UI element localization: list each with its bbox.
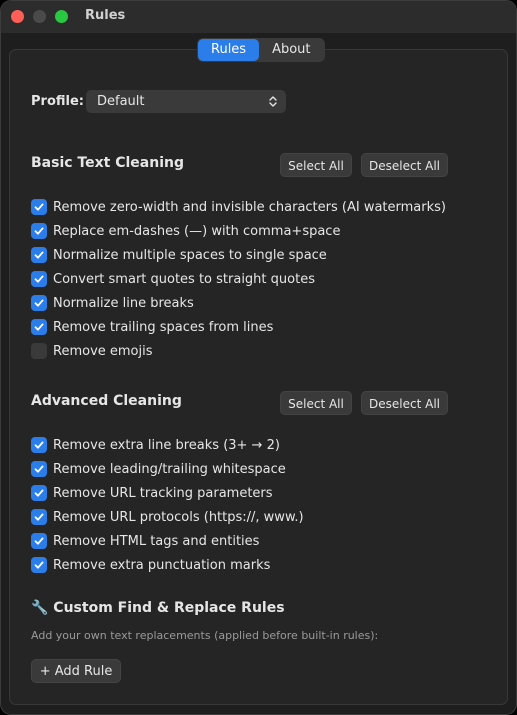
checkbox-checked[interactable] (31, 509, 47, 525)
custom-rules-hint: Add your own text replacements (applied … (31, 629, 379, 642)
checkbox-checked[interactable] (31, 557, 47, 573)
checkbox-checked[interactable] (31, 295, 47, 311)
basic-option-row[interactable]: Remove trailing spaces from lines (31, 318, 273, 336)
tab-rules[interactable]: Rules (198, 39, 260, 61)
add-rule-button[interactable]: + Add Rule (31, 659, 121, 683)
basic-option-row[interactable]: Normalize line breaks (31, 294, 194, 312)
basic-option-row[interactable]: Replace em-dashes (—) with comma+space (31, 222, 340, 240)
advanced-option-label: Remove extra punctuation marks (53, 557, 271, 573)
checkmark-icon (34, 299, 44, 307)
advanced-section-title: Advanced Cleaning (31, 393, 182, 409)
advanced-option-label: Remove URL tracking parameters (53, 485, 273, 501)
basic-select-all-button[interactable]: Select All (280, 153, 352, 177)
basic-option-label: Normalize line breaks (53, 295, 194, 311)
checkbox-checked[interactable] (31, 319, 47, 335)
checkmark-icon (34, 323, 44, 331)
checkmark-icon (34, 203, 44, 211)
checkbox-checked[interactable] (31, 247, 47, 263)
advanced-option-label: Remove HTML tags and entities (53, 533, 260, 549)
basic-option-label: Remove trailing spaces from lines (53, 319, 274, 335)
checkmark-icon (34, 465, 44, 473)
window-title: Rules (85, 8, 126, 23)
checkbox-checked[interactable] (31, 485, 47, 501)
profile-selected-value: Default (97, 94, 145, 109)
advanced-option-row[interactable]: Remove URL protocols (https://, www.) (31, 508, 304, 526)
advanced-option-label: Remove extra line breaks (3+ → 2) (53, 437, 280, 453)
checkmark-icon (34, 561, 44, 569)
advanced-option-row[interactable]: Remove extra punctuation marks (31, 556, 270, 574)
basic-option-row[interactable]: Remove zero-width and invisible characte… (31, 198, 446, 216)
checkbox-checked[interactable] (31, 461, 47, 477)
basic-option-label: Remove zero-width and invisible characte… (53, 199, 446, 215)
basic-section-title: Basic Text Cleaning (31, 155, 184, 171)
basic-option-label: Normalize multiple spaces to single spac… (53, 247, 327, 263)
checkbox-checked[interactable] (31, 223, 47, 239)
basic-option-label: Convert smart quotes to straight quotes (53, 271, 315, 287)
checkbox-checked[interactable] (31, 437, 47, 453)
basic-deselect-all-button[interactable]: Deselect All (361, 153, 448, 177)
advanced-deselect-all-button[interactable]: Deselect All (361, 391, 448, 415)
advanced-select-all-button[interactable]: Select All (280, 391, 352, 415)
advanced-option-row[interactable]: Remove extra line breaks (3+ → 2) (31, 436, 280, 454)
profile-label: Profile: (31, 94, 84, 109)
chevron-up-down-icon (269, 96, 277, 107)
checkbox-checked[interactable] (31, 199, 47, 215)
advanced-option-row[interactable]: Remove URL tracking parameters (31, 484, 273, 502)
basic-option-row[interactable]: Remove emojis (31, 342, 153, 360)
title-bar: Rules (1, 1, 516, 33)
app-window: Rules Rules About Profile: Default Basic… (0, 0, 517, 715)
checkmark-icon (34, 441, 44, 449)
checkbox-unchecked[interactable] (31, 343, 47, 359)
checkmark-icon (34, 489, 44, 497)
profile-select[interactable]: Default (86, 90, 286, 113)
tab-bar: Rules About (197, 38, 325, 62)
checkmark-icon (34, 537, 44, 545)
checkbox-checked[interactable] (31, 533, 47, 549)
custom-rules-title: 🔧 Custom Find & Replace Rules (31, 600, 285, 616)
checkmark-icon (34, 251, 44, 259)
basic-option-row[interactable]: Convert smart quotes to straight quotes (31, 270, 315, 288)
basic-option-row[interactable]: Normalize multiple spaces to single spac… (31, 246, 327, 264)
zoom-window-button[interactable] (55, 10, 68, 23)
advanced-option-row[interactable]: Remove HTML tags and entities (31, 532, 259, 550)
basic-option-label: Replace em-dashes (—) with comma+space (53, 223, 341, 239)
basic-option-label: Remove emojis (53, 343, 153, 359)
checkmark-icon (34, 275, 44, 283)
minimize-window-button[interactable] (33, 10, 46, 23)
advanced-option-label: Remove leading/trailing whitespace (53, 461, 286, 477)
checkmark-icon (34, 227, 44, 235)
checkmark-icon (34, 513, 44, 521)
advanced-option-row[interactable]: Remove leading/trailing whitespace (31, 460, 286, 478)
advanced-option-label: Remove URL protocols (https://, www.) (53, 509, 304, 525)
checkbox-checked[interactable] (31, 271, 47, 287)
close-window-button[interactable] (11, 10, 24, 23)
tab-about[interactable]: About (259, 39, 323, 61)
